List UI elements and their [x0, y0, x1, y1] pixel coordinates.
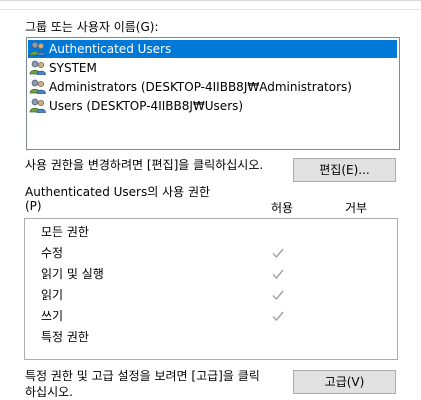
listbox-item[interactable]: Users (DESKTOP-4IIBB8J₩Users) — [28, 97, 243, 115]
permission-row-label: 읽기 — [41, 288, 64, 302]
users-group-icon — [29, 79, 46, 94]
allow-check-icon — [271, 267, 285, 281]
listbox-item-label: SYSTEM — [49, 61, 97, 75]
permission-row-label: 수정 — [41, 246, 64, 260]
listbox-item[interactable]: SYSTEM — [28, 59, 97, 77]
deny-column-header: 거부 — [345, 201, 368, 215]
allow-check-icon — [271, 309, 285, 323]
advanced-button[interactable]: 고급(V) — [293, 370, 396, 394]
group-list-label: 그룹 또는 사용자 이름(G): — [25, 20, 159, 34]
permissions-title-accel: (P) — [25, 199, 42, 213]
top-divider — [0, 0, 421, 10]
users-group-icon — [29, 60, 49, 75]
security-tab-panel: 그룹 또는 사용자 이름(G): Authenticated Users SYST… — [0, 0, 421, 400]
users-group-icon — [29, 98, 46, 113]
listbox-item-label: Administrators (DESKTOP-4IIBB8J₩Administ… — [49, 80, 352, 94]
permission-row-label: 모든 권한 — [41, 225, 89, 239]
listbox-item-label: Authenticated Users — [49, 42, 172, 56]
listbox-item[interactable]: Authenticated Users — [28, 40, 397, 58]
users-group-icon — [29, 98, 49, 113]
edit-button[interactable]: 편집(E)... — [293, 158, 396, 182]
permission-row-label: 쓰기 — [41, 309, 64, 323]
advanced-prompt-line1: 특정 권한 및 고급 설정을 보려면 [고급]을 클릭 — [25, 369, 260, 383]
allow-column-header: 허용 — [271, 201, 294, 215]
advanced-prompt-line2: 하십시오. — [25, 385, 73, 399]
permissions-list: 모든 권한수정읽기 및 실행읽기쓰기특정 권한 — [24, 218, 398, 360]
users-group-icon — [29, 41, 49, 56]
permission-row-label: 특정 권한 — [41, 330, 89, 344]
listbox-item-label: Users (DESKTOP-4IIBB8J₩Users) — [49, 99, 244, 113]
edit-permissions-prompt: 사용 권한을 변경하려면 [편집]을 클릭하십시오. — [25, 158, 264, 172]
allow-check-icon — [271, 246, 285, 260]
permissions-title: Authenticated Users의 사용 권한 — [25, 185, 211, 199]
users-group-icon — [29, 79, 49, 94]
users-group-icon — [29, 60, 46, 75]
group-user-listbox[interactable]: Authenticated Users SYSTEM Administrators … — [26, 37, 400, 150]
permission-row-label: 읽기 및 실행 — [41, 267, 104, 281]
allow-check-icon — [271, 288, 285, 302]
listbox-item[interactable]: Administrators (DESKTOP-4IIBB8J₩Administ… — [28, 78, 352, 96]
users-group-icon — [29, 41, 46, 56]
